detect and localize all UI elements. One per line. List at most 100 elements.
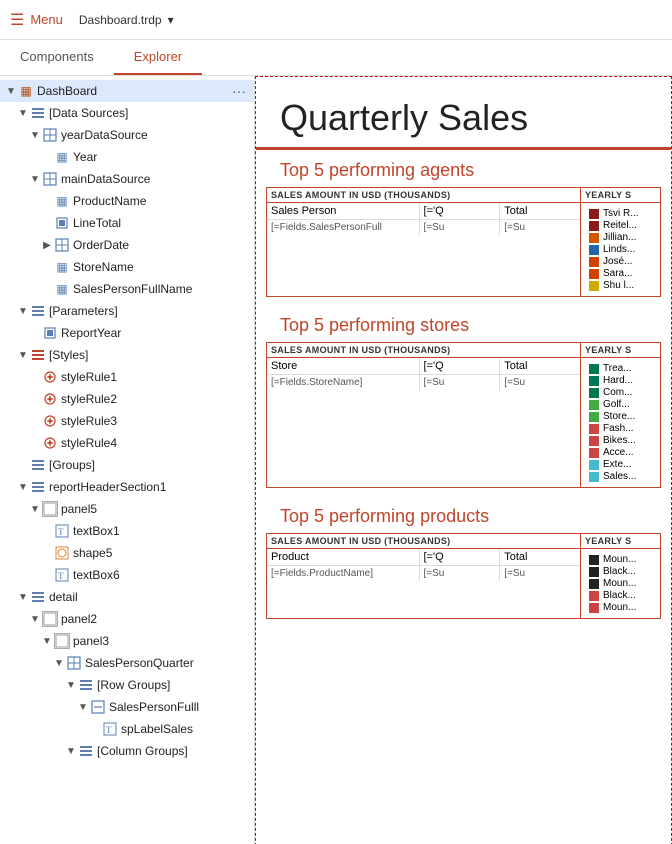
- tree-label: SalesPersonFullName: [73, 282, 192, 296]
- products-data-q: [=Su: [420, 566, 501, 581]
- legend-label: Black...: [603, 590, 636, 601]
- legend-color: [589, 233, 599, 243]
- tree-item-panel2[interactable]: ▼ panel2: [0, 608, 254, 630]
- products-col-q: [='Q: [420, 549, 501, 565]
- tree-label: textBox1: [73, 524, 120, 538]
- expand-icon[interactable]: ▼: [40, 636, 54, 647]
- expand-icon[interactable]: ▼: [76, 702, 90, 713]
- legend-color: [589, 209, 599, 219]
- tree-item-parameters[interactable]: ▼[Parameters]: [0, 300, 254, 322]
- tree-item-style2[interactable]: styleRule2: [0, 388, 254, 410]
- tree-item-textbox6[interactable]: TtextBox6: [0, 564, 254, 586]
- agents-data-q: [=Su: [420, 220, 501, 235]
- tree-item-style4[interactable]: styleRule4: [0, 432, 254, 454]
- tree-item-textbox1[interactable]: TtextBox1: [0, 520, 254, 542]
- stores-data-q: [=Su: [420, 375, 501, 390]
- expand-icon[interactable]: ▶: [40, 240, 54, 251]
- legend-item: Fash...: [589, 423, 652, 434]
- tree-icon: [30, 589, 46, 605]
- tree-item-spq[interactable]: ▼SalesPersonQuarter: [0, 652, 254, 674]
- expand-icon[interactable]: ▼: [28, 504, 42, 515]
- menu-button[interactable]: ☰ Menu: [10, 10, 63, 30]
- tree-icon: [66, 655, 82, 671]
- tree-item-rowgroups[interactable]: ▼[Row Groups]: [0, 674, 254, 696]
- expand-icon[interactable]: ▼: [4, 86, 18, 97]
- tree-item-orderdate[interactable]: ▶OrderDate: [0, 234, 254, 256]
- tree-item-panel3[interactable]: ▼panel3: [0, 630, 254, 652]
- legend-color: [589, 603, 599, 613]
- tree-item-storename[interactable]: ▦StoreName: [0, 256, 254, 278]
- expand-icon[interactable]: ▼: [28, 174, 42, 185]
- expand-icon[interactable]: ▼: [16, 482, 30, 493]
- expand-icon[interactable]: ▼: [64, 746, 78, 757]
- tree-item-style3[interactable]: styleRule3: [0, 410, 254, 432]
- tree-label: [Groups]: [49, 458, 95, 472]
- tree-item-salesperson[interactable]: ▦SalesPersonFullName: [0, 278, 254, 300]
- expand-icon[interactable]: ▼: [16, 306, 30, 317]
- more-options-button[interactable]: ···: [232, 83, 246, 99]
- legend-color: [589, 376, 599, 386]
- tree-item-dashboard[interactable]: ▼▦DashBoard···: [0, 80, 254, 102]
- tree-label: detail: [49, 590, 78, 604]
- tree-label: styleRule1: [61, 370, 117, 384]
- tree-item-datasources[interactable]: ▼[Data Sources]: [0, 102, 254, 124]
- tab-explorer[interactable]: Explorer: [114, 40, 202, 75]
- tree-item-header[interactable]: ▼reportHeaderSection1: [0, 476, 254, 498]
- tree-icon: [54, 545, 70, 561]
- tree-icon: T: [54, 567, 70, 583]
- legend-color: [589, 412, 599, 422]
- expand-icon[interactable]: ▼: [28, 614, 42, 625]
- stores-col-q: [='Q: [420, 358, 501, 374]
- agents-col-header: SALES AMOUNT IN USD (THOUSANDS): [267, 188, 580, 203]
- products-header: Top 5 performing products: [256, 496, 671, 533]
- tree-icon: [42, 127, 58, 143]
- file-tab[interactable]: Dashboard.trdp ▾: [79, 13, 174, 27]
- tree-item-styles[interactable]: ▼[Styles]: [0, 344, 254, 366]
- tree-item-year[interactable]: ▦Year: [0, 146, 254, 168]
- legend-item: Com...: [589, 387, 652, 398]
- tree-item-colgroups[interactable]: ▼[Column Groups]: [0, 740, 254, 762]
- legend-label: Jillian...: [603, 232, 636, 243]
- tree-item-yeards[interactable]: ▼yearDataSource: [0, 124, 254, 146]
- tree-item-detail[interactable]: ▼ detail: [0, 586, 254, 608]
- agents-col-q: [='Q: [420, 203, 501, 219]
- legend-item: Moun...: [589, 602, 652, 613]
- tree-icon: T: [54, 523, 70, 539]
- tab-bar: Components Explorer: [0, 40, 672, 76]
- legend-color: [589, 221, 599, 231]
- tree-item-linetotal[interactable]: LineTotal: [0, 212, 254, 234]
- tree-item-groups[interactable]: [Groups]: [0, 454, 254, 476]
- stores-data-total: [=Su: [500, 375, 580, 390]
- legend-color: [589, 448, 599, 458]
- expand-icon[interactable]: ▼: [64, 680, 78, 691]
- report-title: Quarterly Sales: [256, 77, 671, 150]
- legend-label: Reitel...: [603, 220, 637, 231]
- tree-item-reportyear[interactable]: ReportYear: [0, 322, 254, 344]
- expand-icon[interactable]: ▼: [16, 108, 30, 119]
- legend-label: Store...: [603, 411, 635, 422]
- tree-item-productname[interactable]: ▦ProductName: [0, 190, 254, 212]
- tree-item-panel5[interactable]: ▼panel5: [0, 498, 254, 520]
- tree-item-style1[interactable]: styleRule1: [0, 366, 254, 388]
- stores-data-store: [=Fields.StoreName]: [267, 375, 420, 390]
- tree-icon: [30, 105, 46, 121]
- left-panel: ▼▦DashBoard···▼[Data Sources]▼yearDataSo…: [0, 76, 255, 844]
- stores-col-total: Total: [500, 358, 580, 374]
- tree-label: DashBoard: [37, 84, 97, 98]
- products-section: Top 5 performing products SALES AMOUNT I…: [256, 496, 671, 619]
- tree-label: panel2: [61, 612, 97, 626]
- tree-item-maids[interactable]: ▼mainDataSource: [0, 168, 254, 190]
- tree-label: styleRule3: [61, 414, 117, 428]
- legend-color: [589, 472, 599, 482]
- tree-item-shape5[interactable]: shape5: [0, 542, 254, 564]
- expand-icon[interactable]: ▼: [28, 130, 42, 141]
- tree-item-spfull[interactable]: ▼SalesPersonFulll: [0, 696, 254, 718]
- legend-color: [589, 579, 599, 589]
- expand-icon[interactable]: ▼: [16, 592, 30, 603]
- legend-item: Reitel...: [589, 220, 652, 231]
- expand-icon[interactable]: ▼: [16, 350, 30, 361]
- tab-components[interactable]: Components: [0, 40, 114, 75]
- legend-item: Tsvi R...: [589, 208, 652, 219]
- expand-icon[interactable]: ▼: [52, 658, 66, 669]
- tree-item-splabel[interactable]: TspLabelSales: [0, 718, 254, 740]
